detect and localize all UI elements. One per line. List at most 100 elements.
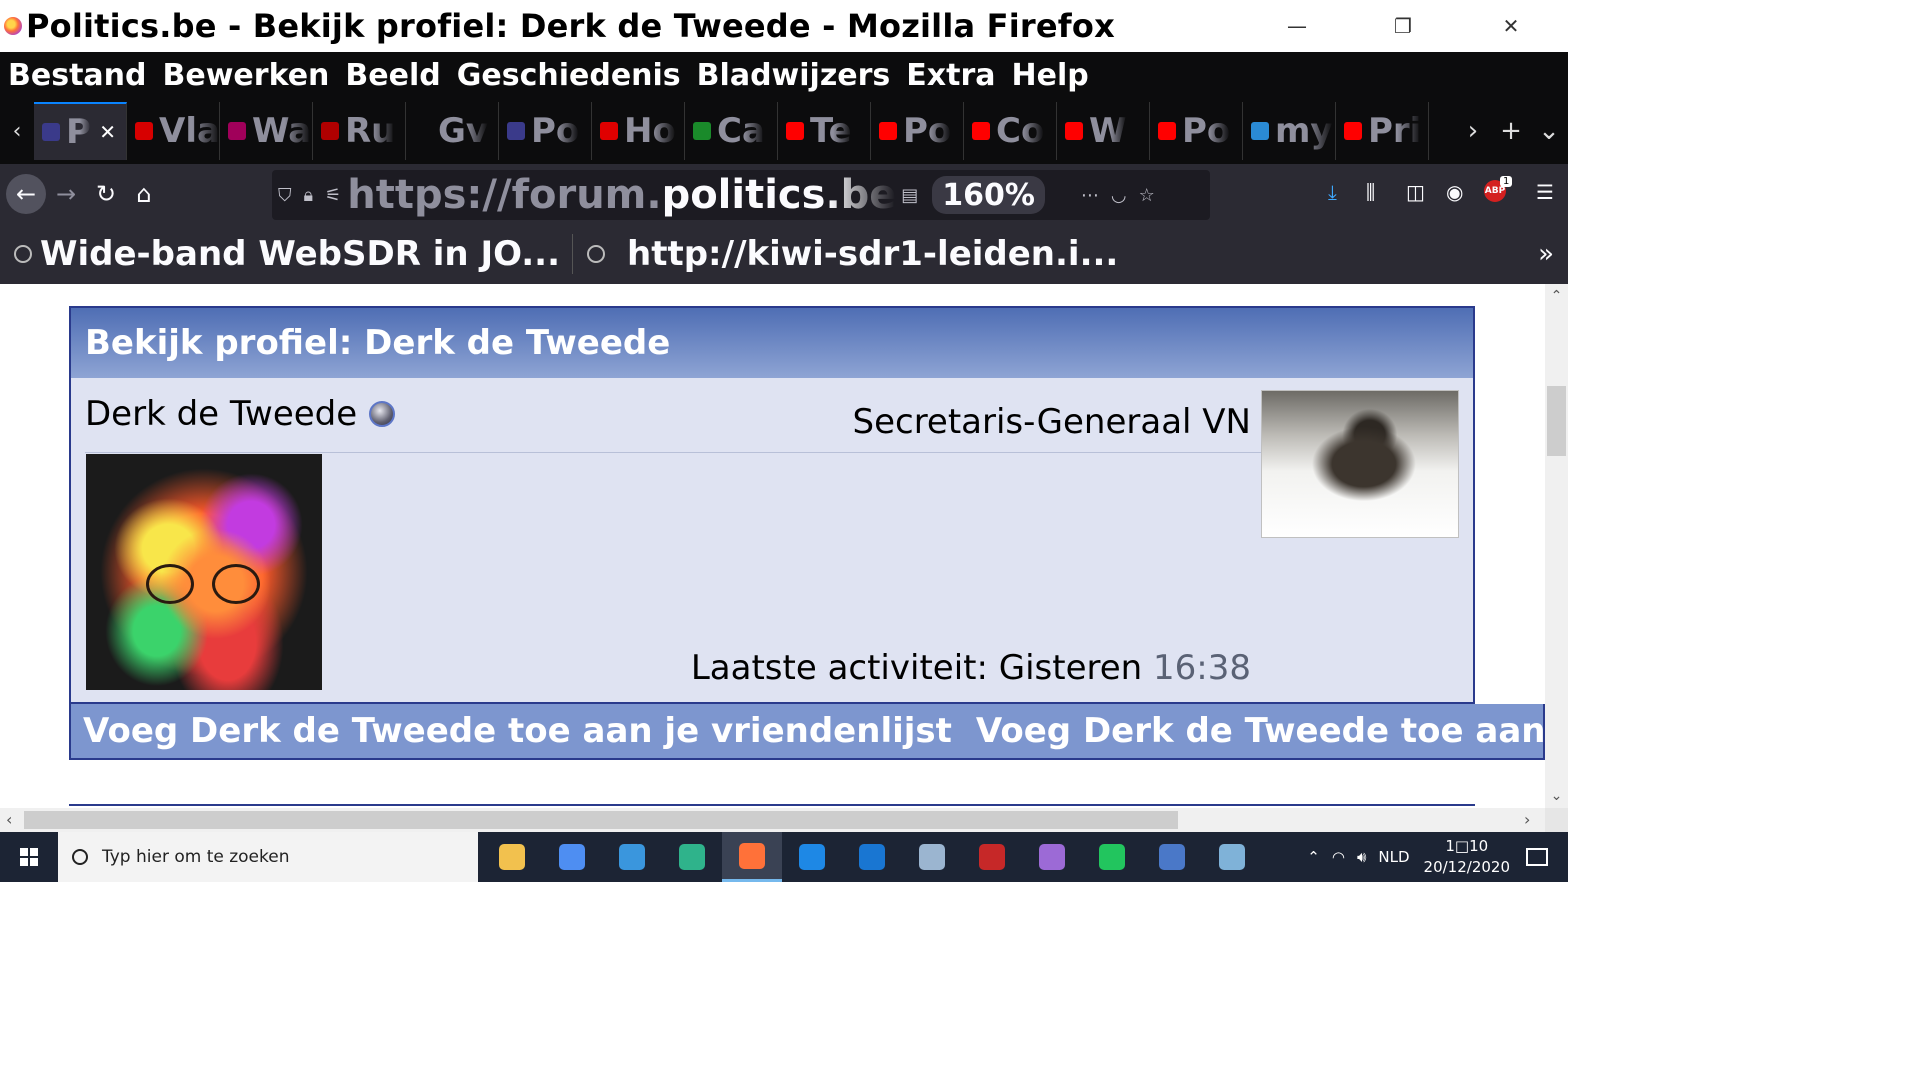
sidebar-icon[interactable]: ◫ [1406, 180, 1425, 204]
taskbar-bluetooth-button[interactable] [842, 832, 902, 882]
taskbar-app-purple-button[interactable] [1022, 832, 1082, 882]
language-indicator[interactable]: NLD [1378, 848, 1409, 866]
tab-label: Ca [717, 111, 765, 151]
last-activity-label: Laatste activiteit: Gisteren [690, 648, 1143, 688]
browser-tab[interactable]: Pri [1336, 102, 1429, 160]
restore-button[interactable]: ❐ [1350, 0, 1456, 52]
last-activity-time: 16:38 [1153, 648, 1251, 688]
clock[interactable]: 1□10 20/12/2020 [1424, 836, 1510, 878]
shield-icon[interactable]: ⛉ [278, 185, 292, 206]
url-bar[interactable]: ⛉ 🔒︎ ⚟ https://forum.politics.be/m ▤ 160… [272, 170, 1210, 220]
firefox-icon [739, 842, 765, 869]
youtube-favicon-icon [786, 122, 804, 140]
bookmarks-overflow-icon[interactable]: » [1538, 239, 1554, 269]
start-button[interactable] [0, 832, 58, 882]
add-friend-link[interactable]: Voeg Derk de Tweede toe aan je vriendenl… [83, 711, 952, 751]
scroll-down-icon[interactable]: ⌄ [1545, 788, 1568, 804]
tab-strip: ‹ P ✕ Vla Wa Ru Gv Po Ho Ca Te Po Co W Po my Pri › + ⌄ [0, 98, 1568, 164]
browser-tab[interactable]: my [1243, 102, 1336, 160]
taskbar-internet-explorer-button[interactable] [602, 832, 662, 882]
browser-tab[interactable]: Co [964, 102, 1057, 160]
menu-bladwijzers[interactable]: Bladwijzers [697, 58, 891, 93]
lock-icon[interactable]: 🔒︎ [304, 185, 314, 206]
taskbar-app-red-button[interactable] [962, 832, 1022, 882]
pocket-icon[interactable]: ◡ [1111, 185, 1127, 206]
menu-beeld[interactable]: Beeld [345, 58, 440, 93]
page-actions-icon[interactable]: ⋯ [1081, 185, 1099, 206]
reload-button[interactable]: ↻ [86, 174, 126, 214]
tab-label: Po [903, 111, 952, 151]
network-icon[interactable]: ◠ [1332, 848, 1345, 866]
menu-bestand[interactable]: Bestand [8, 58, 147, 93]
url-text[interactable]: https://forum.politics.be/m [347, 172, 895, 218]
bookmark-kiwisdr[interactable]: http://kiwi-sdr1-leiden.i... [573, 234, 1118, 274]
taskbar-app-note-button[interactable] [1202, 832, 1262, 882]
menu-geschiedenis[interactable]: Geschiedenis [457, 58, 681, 93]
menu-help[interactable]: Help [1012, 58, 1089, 93]
bookmark-websdr[interactable]: Wide-band WebSDR in JO... [0, 234, 560, 274]
taskbar-edge-button[interactable] [662, 832, 722, 882]
notifications-icon[interactable] [1526, 848, 1548, 866]
tab-scroll-right-button[interactable]: › [1454, 116, 1492, 146]
taskbar-app-green-button[interactable] [1082, 832, 1142, 882]
close-button[interactable]: ✕ [1458, 0, 1564, 52]
bluetooth-icon [859, 844, 885, 870]
taskbar-app-window-button[interactable] [1142, 832, 1202, 882]
tab-label: W [1089, 111, 1127, 151]
browser-tab[interactable]: Po [499, 102, 592, 160]
account-icon[interactable]: ◉ [1446, 180, 1463, 204]
menu-bewerken[interactable]: Bewerken [163, 58, 330, 93]
library-icon[interactable]: ⫼ [1366, 180, 1375, 204]
permissions-icon[interactable]: ⚟ [325, 185, 341, 206]
browser-tab[interactable]: P ✕ [34, 102, 127, 160]
browser-tab[interactable]: Ru [313, 102, 406, 160]
browser-tab[interactable]: Ca [685, 102, 778, 160]
horizontal-scrollbar[interactable]: ‹ › [0, 808, 1545, 832]
globe-icon [14, 245, 32, 263]
vertical-scrollbar[interactable]: ⌃ ⌄ [1545, 284, 1568, 808]
profile-action-bar: Voeg Derk de Tweede toe aan je vriendenl… [69, 704, 1545, 760]
browser-tab[interactable]: Gv [406, 102, 499, 160]
user-title: Secretaris-Generaal VN [852, 402, 1252, 442]
volume-icon[interactable]: 🔊︎ [1357, 848, 1366, 866]
browser-tab[interactable]: Ho [592, 102, 685, 160]
browser-tab[interactable]: Vla [127, 102, 220, 160]
hamburger-menu-icon[interactable]: ☰ [1536, 180, 1554, 204]
back-button[interactable]: ← [6, 174, 46, 214]
menu-extra[interactable]: Extra [906, 58, 995, 93]
scroll-left-icon[interactable]: ‹ [6, 810, 12, 829]
downloads-icon[interactable]: ⤓ [1328, 180, 1337, 204]
taskbar-search[interactable]: Typ hier om te zoeken [58, 832, 478, 882]
browser-tab[interactable]: Te [778, 102, 871, 160]
bookmark-star-icon[interactable]: ☆ [1139, 185, 1155, 206]
vertical-scroll-thumb[interactable] [1547, 386, 1566, 456]
tab-scroll-left-button[interactable]: ‹ [0, 98, 34, 164]
minimize-button[interactable]: — [1244, 0, 1350, 52]
browser-tab[interactable]: W [1057, 102, 1150, 160]
new-tab-button[interactable]: + [1492, 116, 1530, 146]
scroll-up-icon[interactable]: ⌃ [1545, 288, 1568, 304]
360-favicon-icon [600, 122, 618, 140]
add-ignore-link[interactable]: Voeg Derk de Tweede toe aan je negeerlij… [976, 711, 1543, 751]
taskbar-microsoft-store-button[interactable] [542, 832, 602, 882]
taskbar-paint-button[interactable] [902, 832, 962, 882]
hln-favicon-icon [135, 122, 153, 140]
file-explorer-icon [499, 844, 525, 870]
scroll-right-icon[interactable]: › [1524, 810, 1530, 829]
reader-view-icon[interactable]: ▤ [901, 185, 918, 206]
taskbar-apps [482, 832, 1262, 882]
tab-close-icon[interactable]: ✕ [99, 120, 116, 144]
taskbar-firefox-button[interactable] [722, 832, 782, 882]
tray-overflow-icon[interactable]: ⌃ [1307, 848, 1320, 866]
forward-button[interactable]: → [46, 174, 86, 214]
horizontal-scroll-thumb[interactable] [24, 811, 1178, 829]
home-button[interactable]: ⌂ [124, 174, 164, 214]
taskbar-file-explorer-button[interactable] [482, 832, 542, 882]
taskbar-app-blue-button[interactable] [782, 832, 842, 882]
browser-tab[interactable]: Wa [220, 102, 313, 160]
politics-favicon-icon [42, 123, 60, 141]
browser-tab[interactable]: Po [871, 102, 964, 160]
list-all-tabs-button[interactable]: ⌄ [1530, 116, 1568, 146]
zoom-level-button[interactable]: 160% [932, 176, 1045, 214]
browser-tab[interactable]: Po [1150, 102, 1243, 160]
